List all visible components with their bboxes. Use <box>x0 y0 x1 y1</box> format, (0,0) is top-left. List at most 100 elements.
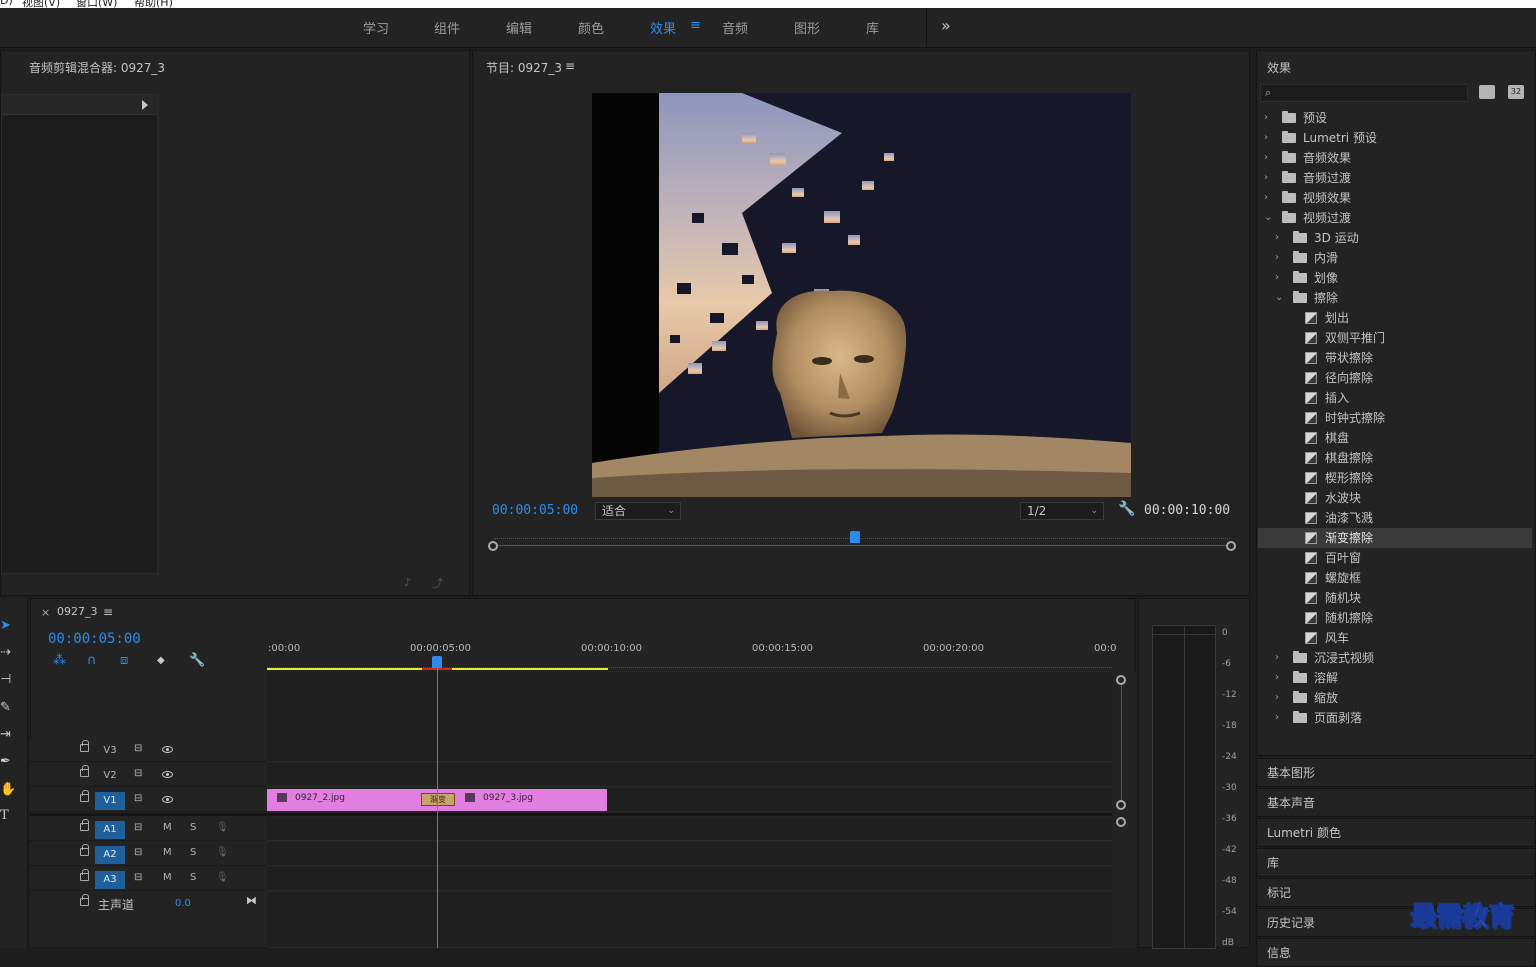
solo-button[interactable]: S <box>190 872 196 883</box>
menu-item[interactable]: D) <box>0 0 13 7</box>
folder-item[interactable]: ⌄ 视频过渡 <box>1258 208 1532 228</box>
track-name[interactable]: A3 <box>95 871 125 889</box>
hand-tool-icon[interactable]: ✋ <box>0 782 16 797</box>
sync-lock-icon[interactable]: ⊟ <box>134 822 142 833</box>
collapsed-panel-tab[interactable]: 库 <box>1256 848 1536 877</box>
folder-item[interactable]: › 划像 <box>1258 268 1532 288</box>
collapsed-panel-tab[interactable]: 基本声音 <box>1256 788 1536 817</box>
collapsed-panel-tab[interactable]: Lumetri 颜色 <box>1256 818 1536 847</box>
folder-item[interactable]: › 音频过渡 <box>1258 168 1532 188</box>
effect-item[interactable]: 双侧平推门 <box>1258 328 1532 348</box>
overflow-icon[interactable]: » <box>941 16 951 35</box>
monitor-playhead[interactable] <box>849 531 860 543</box>
razor-tool-icon[interactable]: ✎ <box>0 700 11 715</box>
chevron-right-icon[interactable]: › <box>1264 128 1268 148</box>
mute-button[interactable]: M <box>163 822 172 833</box>
accelerated-effects-icon[interactable] <box>1479 85 1495 99</box>
tab-assembly[interactable]: 组件 <box>434 18 460 37</box>
add-marker-icon[interactable]: ◆ <box>157 655 165 666</box>
slip-tool-icon[interactable]: ⇥ <box>0 727 11 742</box>
effect-item[interactable]: 径向擦除 <box>1258 368 1532 388</box>
lock-icon[interactable] <box>80 869 89 881</box>
effect-item[interactable]: 棋盘 <box>1258 428 1532 448</box>
menu-item-window[interactable]: 窗口(W) <box>76 0 117 8</box>
folder-item[interactable]: › 内滑 <box>1258 248 1532 268</box>
mute-button[interactable]: M <box>163 847 172 858</box>
tab-graphics[interactable]: 图形 <box>794 18 820 37</box>
timeline-timecode[interactable]: 00:00:05:00 <box>48 631 141 647</box>
solo-button[interactable]: S <box>190 822 196 833</box>
microphone-icon[interactable]: 🎙 <box>216 847 229 858</box>
lock-icon[interactable] <box>80 819 89 831</box>
track-name[interactable]: V1 <box>95 792 125 810</box>
32bit-effects-icon[interactable]: 32 <box>1508 85 1524 99</box>
sequence-tab[interactable]: 0927_3 <box>57 605 98 618</box>
ripple-edit-tool-icon[interactable]: ⊣ <box>0 672 11 687</box>
mute-button[interactable]: M <box>163 872 172 883</box>
eye-icon[interactable] <box>162 771 173 778</box>
tab-effects[interactable]: 效果 <box>650 18 676 37</box>
clip-0927-2[interactable]: 0927_2.jpg <box>267 789 437 811</box>
effect-item[interactable]: 棋盘擦除 <box>1258 448 1532 468</box>
tab-color[interactable]: 颜色 <box>578 18 604 37</box>
lock-icon[interactable] <box>80 790 89 802</box>
workspace-menu-icon[interactable]: ≡ <box>690 18 701 33</box>
scroll-handle-top[interactable] <box>1116 675 1126 685</box>
effect-item[interactable]: 螺旋框 <box>1258 568 1532 588</box>
snap-icon[interactable]: ∩ <box>87 653 97 668</box>
collapsed-panel-tab[interactable]: 基本图形 <box>1256 758 1536 787</box>
track-lane[interactable] <box>267 842 1112 866</box>
scroll-handle-bottom[interactable] <box>1116 800 1126 810</box>
chevron-right-icon[interactable]: › <box>1275 228 1279 248</box>
folder-item[interactable]: ⌄ 擦除 <box>1258 288 1532 308</box>
collapsed-panel-tab[interactable]: 信息 <box>1256 938 1536 967</box>
sync-lock-icon[interactable]: ⊟ <box>134 847 142 858</box>
chevron-right-icon[interactable]: › <box>1264 168 1268 188</box>
menu-item-view[interactable]: 视图(V) <box>22 0 60 8</box>
type-tool-icon[interactable]: T <box>0 808 9 823</box>
zoom-handle-left[interactable] <box>488 541 498 551</box>
effect-item[interactable]: 百叶窗 <box>1258 548 1532 568</box>
track-lane[interactable] <box>267 738 1112 762</box>
track-lane[interactable] <box>267 892 1112 948</box>
track-select-tool-icon[interactable]: ⇢ <box>0 645 11 660</box>
effect-item[interactable]: 带状擦除 <box>1258 348 1532 368</box>
chevron-right-icon[interactable]: › <box>1275 248 1279 268</box>
chevron-right-icon[interactable]: › <box>1264 188 1268 208</box>
nest-icon[interactable]: ⁂ <box>53 653 66 668</box>
solo-button[interactable]: S <box>190 847 196 858</box>
lock-icon[interactable] <box>80 894 89 906</box>
panel-menu-icon[interactable]: ≡ <box>103 605 113 619</box>
chevron-right-icon[interactable]: › <box>1275 688 1279 708</box>
eye-icon[interactable] <box>162 746 173 753</box>
chevron-right-icon[interactable]: › <box>1275 268 1279 288</box>
microphone-icon[interactable]: 🎙 <box>216 822 229 833</box>
lock-icon[interactable] <box>80 740 89 752</box>
tab-audio[interactable]: 音频 <box>722 18 748 37</box>
clip-0927-3[interactable]: 0927_3.jpg <box>437 789 607 811</box>
go-to-end-icon[interactable]: ⧓ <box>246 894 257 907</box>
track-lane[interactable] <box>267 763 1112 787</box>
tab-editing[interactable]: 编辑 <box>506 18 532 37</box>
folder-item[interactable]: › 沉浸式视频 <box>1258 648 1532 668</box>
chevron-right-icon[interactable]: › <box>1264 148 1268 168</box>
zoom-handle-right[interactable] <box>1226 541 1236 551</box>
sync-lock-icon[interactable]: ⊟ <box>134 872 142 883</box>
expand-arrow-icon[interactable] <box>142 100 148 110</box>
close-icon[interactable]: × <box>41 606 50 619</box>
folder-item[interactable]: › 音频效果 <box>1258 148 1532 168</box>
timeline-playhead-handle[interactable] <box>432 656 442 668</box>
selection-tool-icon[interactable]: ➤ <box>0 618 11 633</box>
chevron-right-icon[interactable]: › <box>1275 668 1279 688</box>
folder-item[interactable]: › 溶解 <box>1258 668 1532 688</box>
tab-libraries[interactable]: 库 <box>866 18 879 37</box>
chevron-down-icon[interactable]: ⌄ <box>1264 208 1272 228</box>
folder-item[interactable]: › 预设 <box>1258 108 1532 128</box>
effect-item[interactable]: 楔形擦除 <box>1258 468 1532 488</box>
microphone-icon[interactable]: 🎙 <box>216 872 229 883</box>
effect-item[interactable]: 渐变擦除 <box>1258 528 1532 548</box>
lock-icon[interactable] <box>80 844 89 856</box>
panel-menu-icon[interactable]: ≡ <box>565 59 575 73</box>
effect-item[interactable]: 时钟式擦除 <box>1258 408 1532 428</box>
audio-scroll-handle[interactable] <box>1116 817 1126 827</box>
